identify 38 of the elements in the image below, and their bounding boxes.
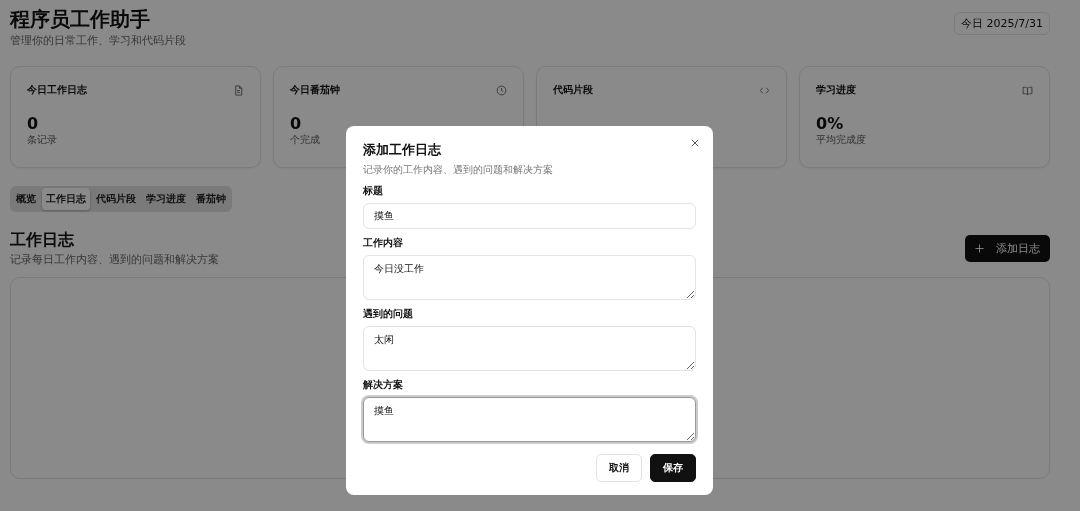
stat-value: 0 xyxy=(27,115,40,133)
plus-icon xyxy=(975,244,984,253)
field-label: 遇到的问题 xyxy=(363,308,414,321)
tab[interactable]: 工作日志 xyxy=(42,188,90,210)
section-subtitle: 记录每日工作内容、遇到的问题和解决方案 xyxy=(10,252,219,267)
field-label: 解决方案 xyxy=(363,379,404,392)
card-title: 学习进度 xyxy=(816,83,856,97)
app-title: 程序员工作助手 xyxy=(10,6,151,32)
close-icon[interactable] xyxy=(691,139,699,147)
clock-icon xyxy=(496,84,507,96)
app-subtitle: 管理你的日常工作、学习和代码片段 xyxy=(10,33,186,48)
stat-value: 0% xyxy=(816,115,845,133)
tab[interactable]: 代码片段 xyxy=(92,188,140,210)
input-field[interactable]: 摸鱼 xyxy=(363,203,696,229)
stat-value: 0 xyxy=(290,115,303,133)
card-title: 今日工作日志 xyxy=(27,83,87,97)
stat-caption: 个完成 xyxy=(290,133,321,147)
text-area[interactable]: 今日没工作 xyxy=(363,255,696,300)
add-log-button[interactable]: 添加日志 xyxy=(965,235,1050,262)
tab[interactable]: 概览 xyxy=(12,188,40,210)
card-title: 代码片段 xyxy=(553,83,593,97)
text-area[interactable]: 太闲 xyxy=(363,326,696,371)
save-button[interactable]: 保存 xyxy=(650,454,696,482)
document-icon xyxy=(233,84,244,96)
tab[interactable]: 番茄钟 xyxy=(192,188,230,210)
date-badge: 今日 2025/7/31 xyxy=(954,12,1050,35)
text-area[interactable]: 摸鱼 xyxy=(363,397,696,442)
field-label: 标题 xyxy=(363,185,384,198)
dialog-subtitle: 记录你的工作内容、遇到的问题和解决方案 xyxy=(363,163,554,177)
dialog-title: 添加工作日志 xyxy=(363,141,442,159)
field-label: 工作内容 xyxy=(363,237,404,250)
card-title: 今日番茄钟 xyxy=(290,83,340,97)
section-title: 工作日志 xyxy=(10,230,75,251)
stat-caption: 平均完成度 xyxy=(816,133,867,147)
stat-caption: 条记录 xyxy=(27,133,58,147)
book-icon xyxy=(1022,84,1033,96)
cancel-button[interactable]: 取消 xyxy=(596,454,642,482)
tab[interactable]: 学习进度 xyxy=(142,188,190,210)
